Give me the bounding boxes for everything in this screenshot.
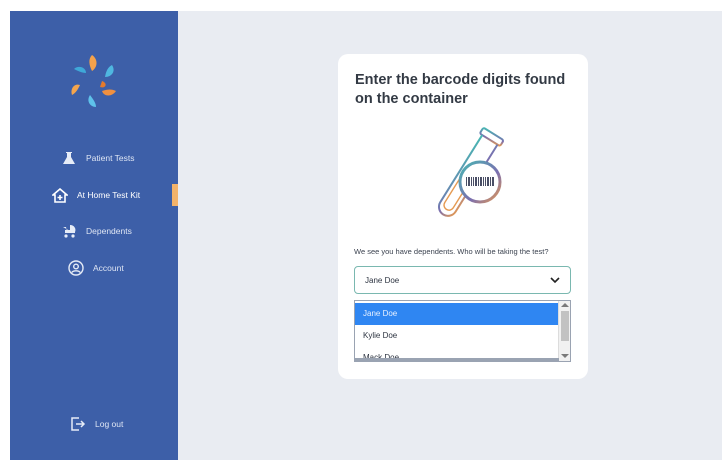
dropdown-scrollbar[interactable] [558,301,570,361]
brand-logo [71,55,116,107]
sidebar-item-label: At Home Test Kit [77,190,141,200]
dependent-dropdown-list: Jane Doe Kylie Doe Mack Doe [354,300,571,362]
dropdown-option[interactable]: Kylie Doe [355,325,559,347]
logout-label: Log out [95,419,124,429]
house-plus-icon [49,186,71,204]
sidebar-item-account[interactable]: Account [10,257,178,279]
dependents-prompt: We see you have dependents. Who will be … [354,247,549,256]
select-value: Jane Doe [365,275,400,285]
page-title: Enter the barcode digits found on the co… [355,72,566,107]
sidebar-item-label: Patient Tests [86,153,135,163]
sidebar-item-label: Dependents [86,226,132,236]
dropdown-option[interactable]: Jane Doe [355,303,559,325]
barcode-card: Enter the barcode digits found on the co… [338,54,588,379]
logout-icon [67,415,89,433]
sidebar-item-label: Account [93,263,124,273]
scroll-thumb[interactable] [561,311,569,341]
sidebar-item-patient-tests[interactable]: Patient Tests [10,147,178,169]
dropdown-bottom-edge [355,358,559,361]
test-tube-barcode-illustration [437,127,504,217]
chevron-down-icon [550,276,560,283]
scroll-up-icon[interactable] [561,303,569,307]
user-circle-icon [65,259,87,277]
stroller-icon [58,222,80,240]
sidebar: Patient Tests At Home Test Kit Dependent… [10,11,178,460]
sidebar-item-dependents[interactable]: Dependents [10,220,178,242]
dependent-select[interactable]: Jane Doe [354,266,571,294]
scroll-down-icon[interactable] [561,354,569,358]
flask-icon [58,149,80,167]
sidebar-item-at-home-test-kit[interactable]: At Home Test Kit [10,184,178,206]
app-window: Patient Tests At Home Test Kit Dependent… [10,11,722,460]
logout-button[interactable]: Log out [10,413,178,435]
